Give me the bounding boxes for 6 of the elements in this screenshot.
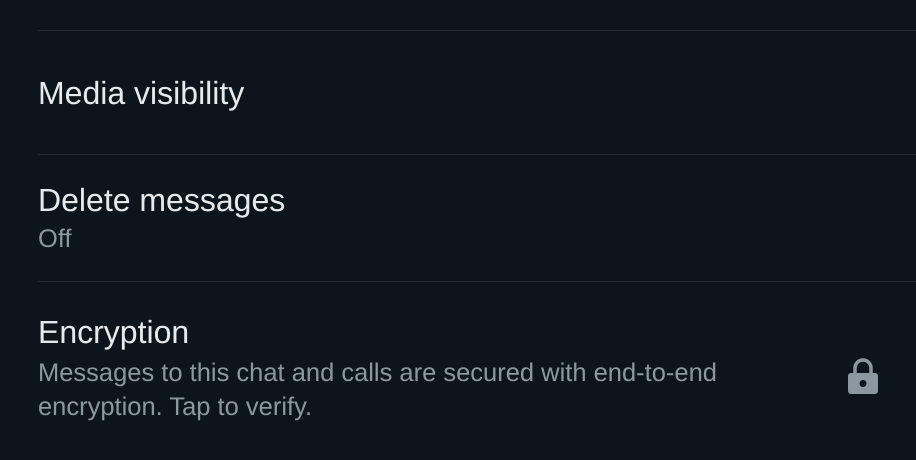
setting-subtitle: Messages to this chat and calls are secured with end-to-end encryption. Tap to verify.	[38, 358, 718, 423]
lock-icon	[846, 358, 880, 394]
setting-subtitle: Off	[38, 224, 73, 256]
setting-title: Delete messages	[38, 181, 286, 220]
setting-title: Encryption	[38, 312, 190, 352]
setting-title: Media visibility	[38, 74, 246, 113]
